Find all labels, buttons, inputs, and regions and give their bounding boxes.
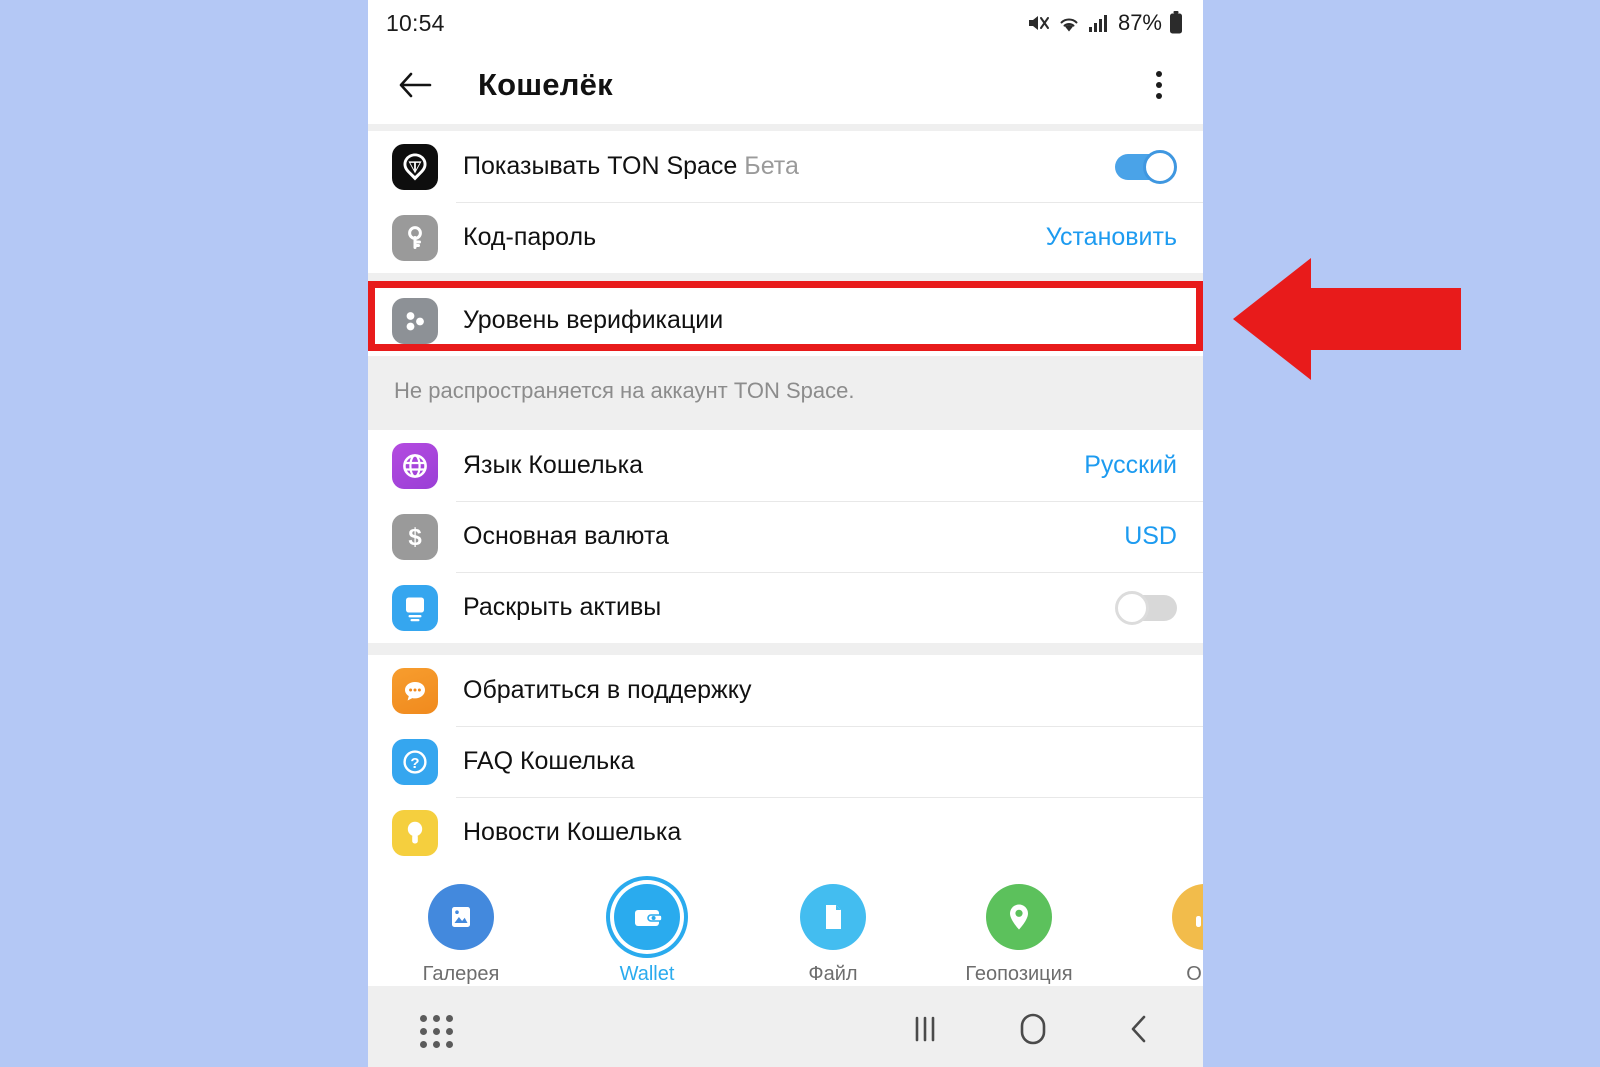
row-label: Раскрыть активы [463, 593, 662, 621]
dot [1156, 93, 1162, 99]
question-mark-icon: ? [392, 738, 438, 785]
share-label: Опр [1186, 963, 1203, 985]
globe-icon [392, 442, 438, 489]
row-label: Код-пароль [463, 223, 597, 251]
row-contact-support[interactable]: Обратиться в поддержку [368, 655, 1203, 726]
share-sheet: Галерея Wallet Файл Геопозиция Опр [368, 868, 1203, 986]
share-label: Геопозиция [965, 963, 1073, 985]
section-divider [368, 643, 1203, 655]
ton-logo-icon [392, 143, 438, 190]
lightbulb-icon [392, 809, 438, 856]
share-item-location[interactable]: Геопозиция [926, 884, 1112, 986]
dot [1156, 71, 1162, 77]
row-label: Показывать TON Space Бета [463, 152, 799, 180]
key-icon [392, 214, 438, 261]
dot [420, 1027, 427, 1035]
file-icon [800, 884, 866, 950]
passcode-action[interactable]: Установить [1046, 223, 1177, 252]
status-time: 10:54 [386, 9, 445, 36]
nav-buttons [911, 1012, 1151, 1051]
dot [433, 1014, 440, 1022]
back-arrow-icon[interactable] [394, 64, 436, 106]
row-main-currency[interactable]: $ Основная валюта USD [368, 501, 1203, 572]
row-label: Обратиться в поддержку [463, 676, 752, 704]
monitor-icon [392, 584, 438, 631]
share-item-poll[interactable]: Опр [1112, 884, 1203, 986]
share-item-file[interactable]: Файл [740, 884, 926, 986]
toggle-knob [1115, 590, 1149, 625]
dot [420, 1014, 427, 1022]
recents-icon[interactable] [911, 1013, 939, 1050]
phone-screen: 10:54 87% Кошелёк Показывать TON Space Б… [368, 0, 1203, 1067]
mute-icon [1026, 11, 1050, 35]
toggle-knob [1143, 149, 1177, 184]
battery-percent: 87% [1117, 10, 1162, 35]
dollar-icon: $ [392, 513, 438, 560]
dot [433, 1040, 440, 1048]
section-divider [368, 273, 1203, 285]
settings-section-verification: Уровень верификации [368, 285, 1203, 356]
main-currency-value[interactable]: USD [1124, 522, 1177, 551]
nav-back-icon[interactable] [1127, 1013, 1151, 1050]
dot [433, 1027, 440, 1035]
settings-section-preferences: Язык Кошелька Русский $ Основная валюта … [368, 430, 1203, 643]
share-label: Wallet [619, 963, 675, 985]
dot [446, 1014, 453, 1022]
settings-section-help: Обратиться в поддержку ? FAQ Кошелька Но… [368, 655, 1203, 868]
battery-icon [1169, 11, 1183, 35]
wallet-language-value[interactable]: Русский [1084, 451, 1177, 480]
row-label: Новости Кошелька [463, 818, 682, 846]
signal-icon [1088, 12, 1110, 34]
dot [446, 1027, 453, 1035]
poll-icon [1172, 884, 1203, 950]
row-label: Язык Кошелька [463, 451, 643, 479]
share-item-wallet[interactable]: Wallet [554, 884, 740, 986]
status-indicators: 87% [1026, 10, 1183, 36]
gallery-icon [428, 884, 494, 950]
svg-text:$: $ [408, 524, 422, 551]
row-passcode[interactable]: Код-пароль Установить [368, 202, 1203, 273]
dot [446, 1040, 453, 1048]
wifi-icon [1057, 12, 1081, 34]
chat-bubble-icon [392, 667, 438, 714]
dot [1156, 82, 1162, 88]
svg-text:?: ? [410, 755, 419, 772]
settings-section-account: Показывать TON Space Бета Код-пароль Уст… [368, 131, 1203, 273]
share-label: Файл [808, 963, 858, 985]
share-label: Галерея [422, 963, 500, 985]
row-wallet-language[interactable]: Язык Кошелька Русский [368, 430, 1203, 501]
section-divider [368, 124, 1203, 131]
wallet-icon [614, 884, 680, 950]
share-item-gallery[interactable]: Галерея [368, 884, 554, 986]
row-show-ton-space[interactable]: Показывать TON Space Бета [368, 131, 1203, 202]
red-left-arrow-annotation [1233, 258, 1461, 380]
row-wallet-faq[interactable]: ? FAQ Кошелька [368, 726, 1203, 797]
app-bar: Кошелёк [368, 46, 1203, 124]
overflow-menu-icon[interactable] [1137, 63, 1181, 107]
toggle-show-ton-space[interactable] [1115, 149, 1177, 184]
verification-dots-icon [392, 297, 438, 344]
dot [420, 1040, 427, 1048]
row-wallet-news[interactable]: Новости Кошелька [368, 797, 1203, 868]
location-icon [986, 884, 1052, 950]
apps-grid-icon[interactable] [420, 1014, 453, 1048]
row-label: FAQ Кошелька [463, 747, 635, 775]
row-label: Уровень верификации [463, 306, 724, 334]
navigation-bar [368, 986, 1203, 1067]
toggle-reveal-assets[interactable] [1115, 590, 1177, 625]
row-verification-level[interactable]: Уровень верификации [368, 285, 1203, 356]
home-icon[interactable] [1017, 1012, 1049, 1051]
verification-note: Не распространяется на аккаунт TON Space… [368, 356, 1203, 430]
row-reveal-assets[interactable]: Раскрыть активы [368, 572, 1203, 643]
row-label: Основная валюта [463, 522, 669, 550]
status-bar: 10:54 87% [368, 0, 1203, 46]
page-title: Кошелёк [478, 67, 613, 102]
